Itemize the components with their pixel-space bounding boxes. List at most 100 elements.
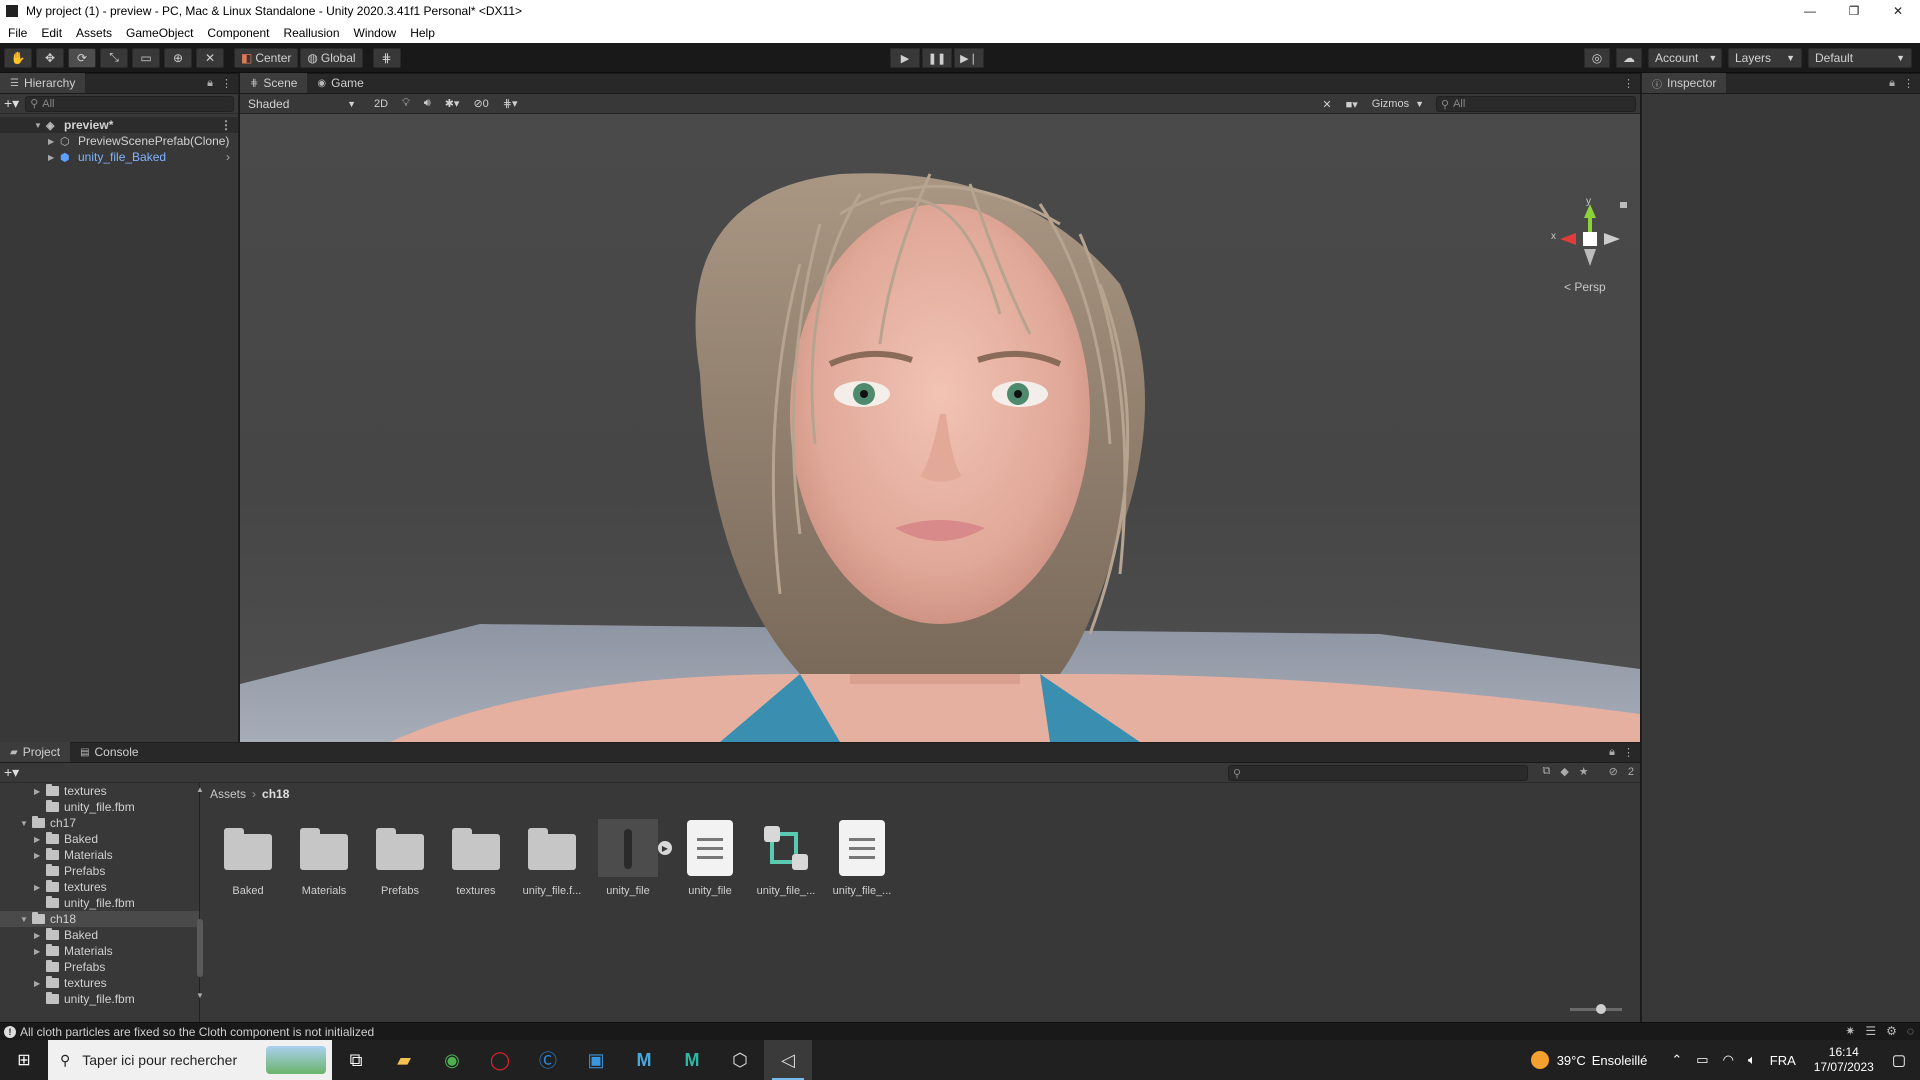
gizmos-dropdown[interactable]: Gizmos ▼ [1368,96,1428,112]
unity-hub-icon[interactable]: ⬡ [716,1040,764,1080]
wifi-icon[interactable]: ◠ [1723,1052,1734,1068]
menu-window[interactable]: Window [354,26,397,40]
kebab-menu-icon[interactable]: ⋮ [1903,77,1914,90]
taskbar-search-box[interactable]: ⚲ Taper ici pour rechercher [48,1040,332,1080]
folder-tree-item[interactable]: Prefabs [0,863,199,879]
debug-mode-icon[interactable]: ⚙ [1886,1024,1897,1038]
orientation-gizmo[interactable] [1560,204,1620,266]
folder-tree-item[interactable]: ▶ textures [0,879,199,895]
expand-arrow-icon[interactable]: ▼ [34,121,46,130]
play-button[interactable]: ▶ [890,48,920,68]
pivot-rotation-button[interactable]: ◍ Global [300,47,363,68]
expand-arrow-icon[interactable]: ▶ [34,787,46,796]
tab-scene[interactable]: ⋕ Scene [240,73,308,93]
unity-editor-icon[interactable]: ◁ [764,1040,812,1080]
menu-gameobject[interactable]: GameObject [126,26,193,40]
folder-tree-item[interactable]: ▼ ch18 [0,911,199,927]
breadcrumb-current[interactable]: ch18 [262,787,289,801]
folder-tree-item[interactable]: ▶ Materials [0,847,199,863]
folder-tree-item[interactable]: Prefabs [0,959,199,975]
hierarchy-search-input[interactable]: ⚲ All [25,95,234,112]
scene-viewport[interactable]: y x < Persp [240,114,1640,742]
scene-search-input[interactable]: ⚲ All [1436,96,1636,112]
expand-arrow-icon[interactable]: ▶ [34,931,46,940]
grid-toggle-icon[interactable]: ⋕▾ [499,96,522,112]
tab-project[interactable]: ▰ Project [0,742,71,762]
hidden-objects-toggle[interactable]: ⊘ 0 [469,96,492,112]
expand-arrow-icon[interactable]: ▶ [34,883,46,892]
app-m-teal-icon[interactable]: M [668,1040,716,1080]
hierarchy-item[interactable]: ▶ ⬡ PreviewScenePrefab(Clone) [0,133,238,149]
layout-dropdown[interactable]: Default ▼ [1808,48,1912,68]
projection-toggle[interactable]: < Persp [1564,280,1606,294]
favorites-star-icon[interactable]: ★ [1579,765,1589,778]
ccleaner-icon[interactable]: Ⓒ [524,1040,572,1080]
expand-arrow-icon[interactable]: ▶ [34,851,46,860]
menu-help[interactable]: Help [410,26,435,40]
layers-dropdown[interactable]: Layers ▼ [1728,48,1802,68]
chevron-right-icon[interactable]: › [226,150,230,164]
icon-size-slider-handle[interactable] [1596,1004,1606,1014]
tab-console[interactable]: ▤ Console [70,742,148,762]
expand-arrow-icon[interactable]: ▶ [34,979,46,988]
app-m-blue-icon[interactable]: M [620,1040,668,1080]
asset-item[interactable]: Baked [210,819,286,897]
menu-reallusion[interactable]: Reallusion [283,26,339,40]
folder-tree-item[interactable]: ▶ Materials [0,943,199,959]
close-button[interactable]: ✕ [1876,0,1920,22]
pause-button[interactable]: ❚❚ [922,48,952,68]
pivot-mode-button[interactable]: ◧ Center [234,47,299,68]
weather-description[interactable]: Ensoleillé [1592,1053,1648,1068]
expand-arrow-down-icon[interactable]: ▼ [20,915,32,924]
chevron-up-icon[interactable]: ⌃ [1671,1052,1682,1068]
file-explorer-icon[interactable]: ▰ [380,1040,428,1080]
kebab-menu-icon[interactable]: ⋮ [220,118,232,132]
folder-tree-item[interactable]: ▼ ch17 [0,815,199,831]
menu-edit[interactable]: Edit [41,26,62,40]
toggle-2d-button[interactable]: 2D [370,96,392,112]
folder-tree-item[interactable]: unity_file.fbm [0,799,199,815]
filter-by-label-icon[interactable]: ◆ [1560,765,1568,778]
kebab-menu-icon[interactable]: ⋮ [1623,746,1634,759]
rect-tool-icon[interactable]: ▭ [132,47,160,68]
expand-arrow-icon[interactable]: ▶ [34,947,46,956]
notification-icon[interactable]: ▢ [1892,1051,1906,1069]
hand-tool-icon[interactable]: ✋ [4,47,32,68]
asset-item[interactable]: Materials [286,819,362,897]
weather-sun-icon[interactable] [1530,1051,1549,1069]
expand-arrow-down-icon[interactable]: ▼ [20,819,32,828]
asset-item[interactable]: unity_file_... [824,819,900,897]
project-search-input[interactable]: ⚲ [1228,765,1528,781]
chrome-icon[interactable]: ◉ [428,1040,476,1080]
hierarchy-scene-row[interactable]: ▼ ◈ preview* ⋮ [0,117,238,133]
asset-item[interactable]: Prefabs [362,819,438,897]
volume-icon[interactable]: 🔈︎ [1748,1052,1756,1068]
cache-server-icon[interactable]: ☰ [1865,1024,1876,1038]
menu-assets[interactable]: Assets [76,26,112,40]
cloud-icon[interactable]: ☁ [1616,48,1642,68]
rotate-tool-icon[interactable]: ⟳ [68,47,96,68]
lock-icon[interactable]: 🔒︎ [1889,77,1895,90]
folder-tree-item[interactable]: unity_file.fbm [0,895,199,911]
menu-component[interactable]: Component [207,26,269,40]
menu-file[interactable]: File [8,26,27,40]
asset-item[interactable]: unity_file_... [748,819,824,897]
folder-tree-item[interactable]: ▶ Baked [0,927,199,943]
auto-generate-lighting-icon[interactable]: ✷ [1845,1024,1855,1038]
tools-icon[interactable]: ✕ [1318,96,1335,112]
lighting-toggle-icon[interactable]: 💡︎ [398,96,414,112]
taskbar-clock[interactable]: 16:14 17/07/2023 [1814,1045,1874,1075]
minimize-button[interactable]: — [1788,0,1832,22]
progress-icon[interactable]: ◌ [1907,1024,1914,1038]
expand-arrow-icon[interactable]: ▶ [34,835,46,844]
folder-tree-item[interactable]: ▶ Baked [0,831,199,847]
collab-icon[interactable]: ◎ [1584,48,1610,68]
tab-inspector[interactable]: ⓘ Inspector [1642,73,1727,93]
store-icon[interactable]: ▣ [572,1040,620,1080]
battery-icon[interactable]: ▭ [1696,1052,1708,1068]
expand-play-icon[interactable]: ▶ [658,841,672,855]
account-dropdown[interactable]: Account ▼ [1648,48,1722,68]
asset-item[interactable]: unity_file.f... [514,819,590,897]
asset-item[interactable]: unity_file [672,819,748,897]
opera-icon[interactable]: ◯ [476,1040,524,1080]
